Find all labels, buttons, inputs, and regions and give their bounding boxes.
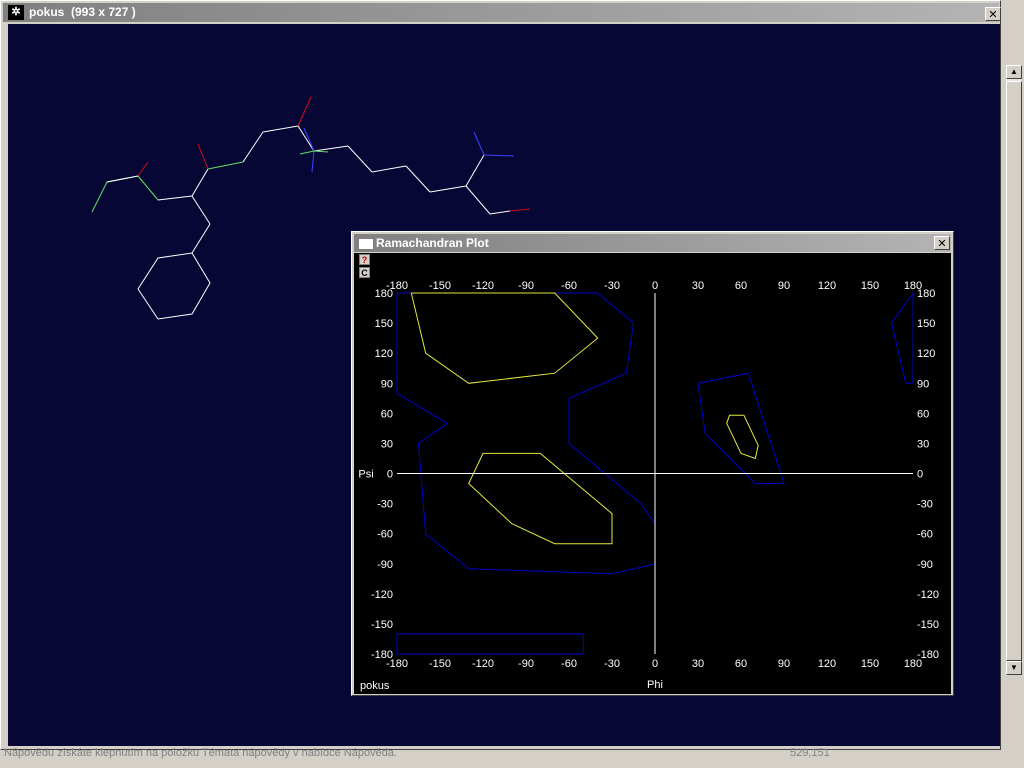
x-axis-label: Phi: [647, 679, 663, 691]
x-tick-top: -150: [429, 280, 451, 292]
vertical-scrollbar[interactable]: ▲ ▼: [1006, 65, 1022, 675]
x-tick-top: 0: [652, 280, 658, 292]
x-tick-top: 120: [818, 280, 836, 292]
close-icon[interactable]: ✕: [934, 236, 950, 250]
plot-footer-label: pokus: [360, 680, 390, 692]
chart-axes: [397, 293, 913, 654]
y-tick-left: 60: [381, 408, 393, 420]
core-region-left-alpha: [726, 414, 759, 460]
c-button[interactable]: C: [359, 267, 370, 278]
core-region-beta: [410, 292, 599, 384]
x-tick-bottom: -150: [429, 658, 451, 670]
x-tick-bottom: 60: [735, 658, 747, 670]
x-tick-bottom: -30: [604, 658, 620, 670]
y-tick-right: -150: [917, 619, 939, 631]
y-tick-right: 150: [917, 318, 935, 330]
y-tick-right: -180: [917, 649, 939, 661]
window-icon: [358, 238, 374, 250]
ramachandran-chart: -180 -180 -150 -150 -120 -120 -90 -90 -60 -60 -30 -…: [358, 280, 939, 691]
y-tick-left: -90: [377, 559, 393, 571]
x-tick-bottom: -90: [518, 658, 534, 670]
x-tick-bottom: 150: [861, 658, 879, 670]
close-icon[interactable]: ✕: [985, 7, 1001, 21]
core-region-alpha: [468, 452, 613, 545]
molecule-icon[interactable]: ✲: [8, 5, 24, 20]
y-axis-label: Psi: [358, 469, 373, 481]
y-tick-right: 30: [917, 438, 929, 450]
y-tick-left: 90: [381, 378, 393, 390]
plot-area: -180 -180 -150 -150 -120 -120 -90 -90 -60 -60 -30 -…: [354, 253, 951, 694]
y-tick-left: -60: [377, 529, 393, 541]
y-tick-right: -60: [917, 529, 933, 541]
y-tick-left: 150: [375, 318, 393, 330]
y-tick-left: -180: [371, 649, 393, 661]
y-tick-right: 60: [917, 408, 929, 420]
y-tick-right: -90: [917, 559, 933, 571]
x-tick-bottom: -120: [472, 658, 494, 670]
y-tick-left: -120: [371, 589, 393, 601]
x-tick-top: -90: [518, 280, 534, 292]
x-tick-top: 30: [692, 280, 704, 292]
x-tick-top: 150: [861, 280, 879, 292]
main-titlebar[interactable]: ✲ pokus (993 x 727 ) ✕: [3, 3, 1001, 22]
allowed-region-left-alpha: [697, 372, 785, 484]
status-text: Nápovědu získáte klepnutím na položku Té…: [4, 747, 397, 759]
y-tick-right: 0: [917, 469, 923, 481]
y-tick-left: 30: [381, 438, 393, 450]
y-tick-right: 90: [917, 378, 929, 390]
y-tick-left: -30: [377, 499, 393, 511]
x-tick-bottom: 120: [818, 658, 836, 670]
y-tick-left: -150: [371, 619, 393, 631]
status-bar: Nápovědu získáte klepnutím na položku Té…: [0, 747, 1024, 768]
scrollbar-thumb[interactable]: [1006, 81, 1022, 661]
x-tick-bottom: 30: [692, 658, 704, 670]
y-tick-left: 0: [387, 469, 393, 481]
x-tick-top: 60: [735, 280, 747, 292]
x-tick-top: -60: [561, 280, 577, 292]
scroll-down-button[interactable]: ▼: [1006, 661, 1022, 675]
x-tick-top: -120: [472, 280, 494, 292]
plot-titlebar[interactable]: Ramachandran Plot ✕: [354, 234, 951, 252]
background-app-edge: ▲ ▼: [1002, 0, 1024, 768]
y-tick-right: -120: [917, 589, 939, 601]
allowed-region-bottom: [396, 633, 584, 655]
x-tick-top: 90: [778, 280, 790, 292]
status-coords: 529,151: [790, 747, 830, 759]
x-tick-bottom: 90: [778, 658, 790, 670]
y-tick-left: 120: [375, 348, 393, 360]
scroll-up-button[interactable]: ▲: [1006, 65, 1022, 79]
y-tick-right: -30: [917, 499, 933, 511]
x-tick-bottom: -60: [561, 658, 577, 670]
y-tick-left: 180: [375, 288, 393, 300]
plot-window-title: Ramachandran Plot: [376, 236, 489, 250]
ramachandran-plot-window: Ramachandran Plot ✕ -180 -180 -150 -150 -120…: [351, 231, 954, 696]
x-tick-bottom: 0: [652, 658, 658, 670]
allowed-region-top-right: [890, 291, 914, 384]
y-tick-right: 120: [917, 348, 935, 360]
allowed-region-beta-alpha: [396, 292, 656, 575]
y-tick-right: 180: [917, 288, 935, 300]
window-title: pokus (993 x 727 ): [29, 5, 136, 19]
x-tick-top: -30: [604, 280, 620, 292]
help-button[interactable]: ?: [359, 254, 370, 265]
